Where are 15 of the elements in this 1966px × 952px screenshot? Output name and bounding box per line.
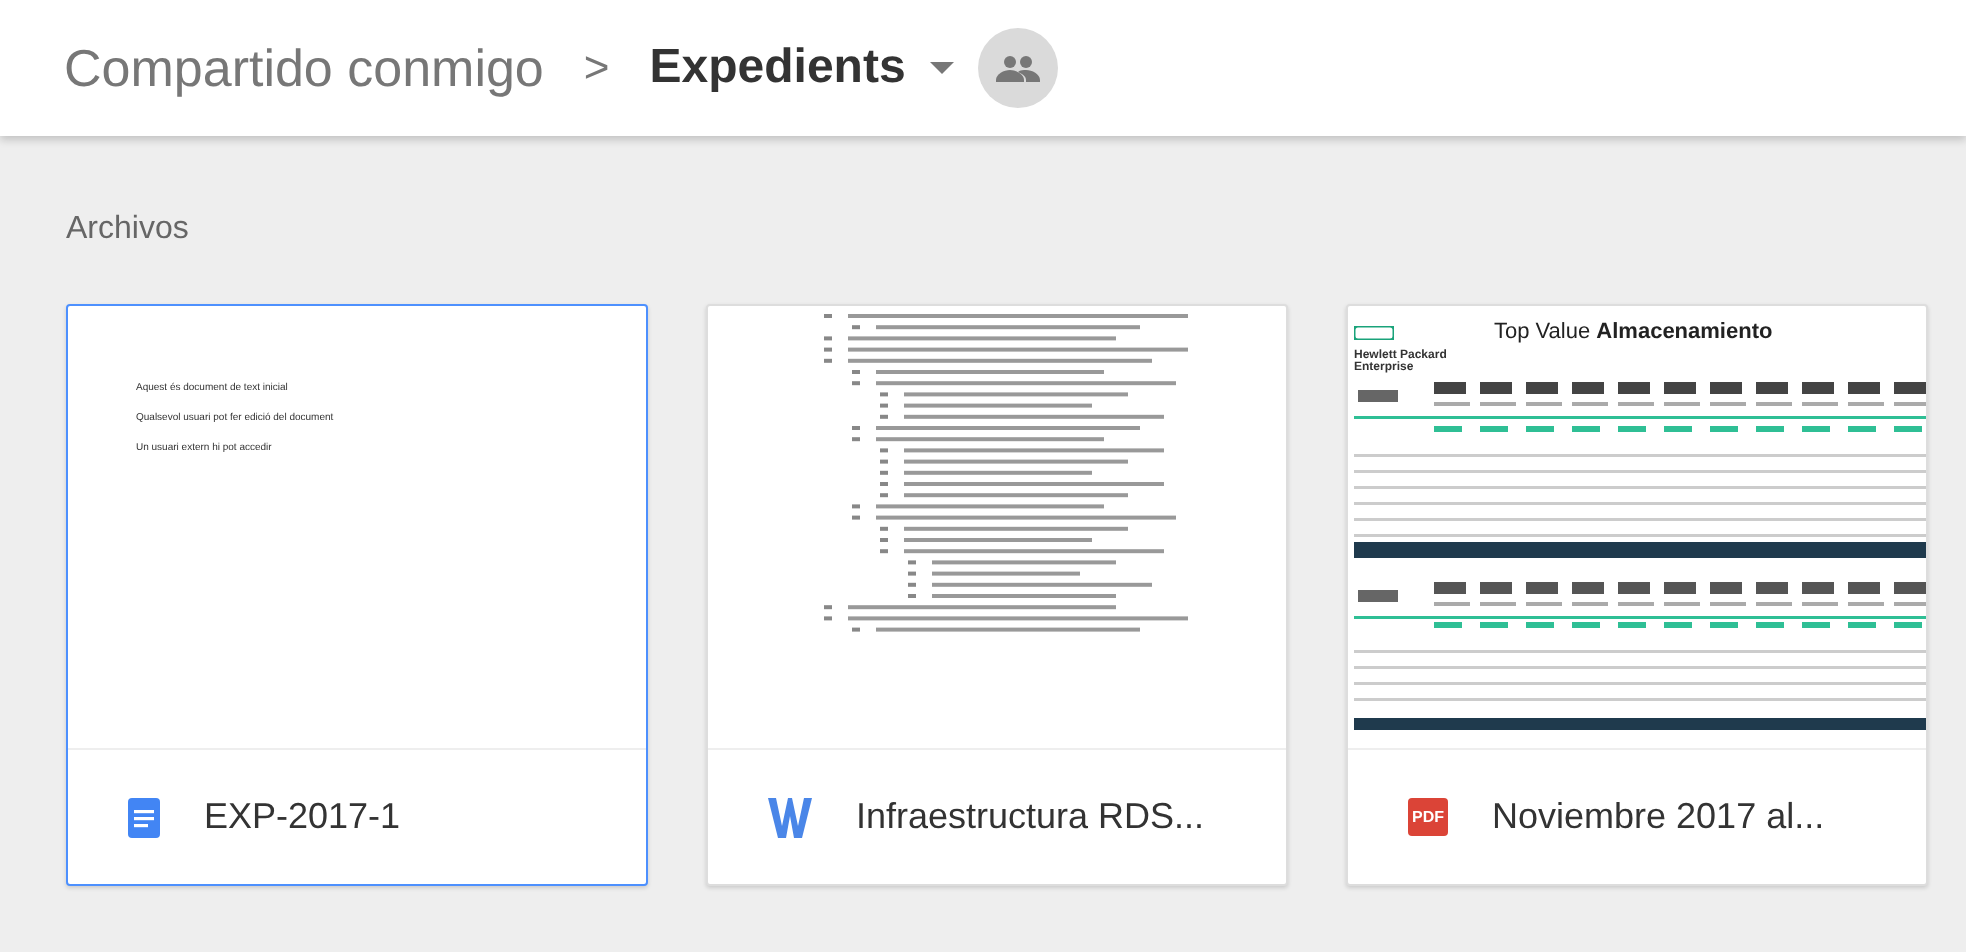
caret-icon[interactable]	[929, 61, 954, 75]
preview-title: Top Value Almacenamiento	[1494, 320, 1773, 344]
pdf-icon: PDF	[1408, 798, 1448, 836]
document-icon	[128, 797, 160, 837]
logo-icon	[1354, 326, 1394, 340]
section-heading: Archivos	[66, 212, 191, 250]
breadcrumb-link[interactable]: Compartido conmigo	[64, 37, 544, 99]
shared-people-icon[interactable]	[977, 28, 1058, 108]
file-name: Noviembre 2017 al...	[1492, 796, 1825, 838]
w-letter-icon	[768, 797, 812, 837]
breadcrumb-separator: >	[583, 42, 610, 94]
file-name: EXP-2017-1	[204, 796, 401, 838]
file-name: Infraestructura RDS...	[856, 796, 1205, 838]
folder-title[interactable]: Expedients	[649, 40, 906, 96]
file-card[interactable]: Infraestructura RDS...	[706, 304, 1288, 886]
